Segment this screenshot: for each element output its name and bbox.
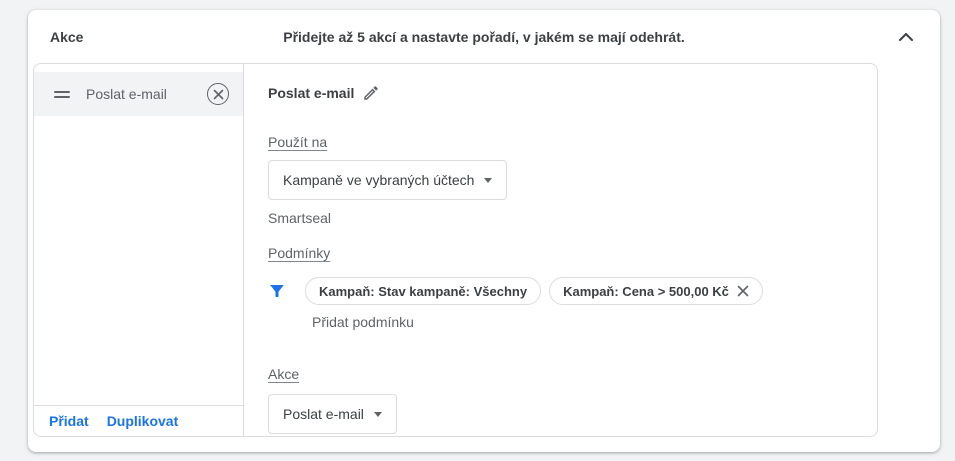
section-subtitle: Přidejte až 5 akcí a nastavte pořadí, v … (28, 29, 940, 45)
apply-to-label: Použít na (268, 134, 327, 150)
chevron-up-icon[interactable] (894, 25, 918, 49)
conditions-label: Podmínky (268, 245, 330, 261)
action-dropdown-value: Poslat e-mail (283, 406, 364, 422)
action-editor: Poslat e-mail Použít na Kampaně ve vybra… (244, 64, 877, 436)
card-header: Akce Přidejte až 5 akcí a nastavte pořad… (28, 10, 940, 63)
edit-pencil-icon[interactable] (362, 84, 380, 102)
add-condition-button[interactable]: Přidat podmínku (312, 314, 414, 330)
action-list-column: Poslat e-mail Přidat Duplikovat (34, 64, 244, 436)
actions-panel: Poslat e-mail Přidat Duplikovat Poslat e… (33, 63, 878, 437)
apply-to-dropdown[interactable]: Kampaně ve vybraných účtech (268, 160, 507, 200)
condition-chip-text: Kampaň: Stav kampaně: Všechny (319, 284, 527, 299)
condition-chips: Kampaň: Stav kampaně: Všechny Kampaň: Ce… (305, 277, 763, 305)
condition-chip[interactable]: Kampaň: Stav kampaně: Všechny (305, 277, 541, 305)
list-footer: Přidat Duplikovat (34, 405, 243, 436)
condition-chip[interactable]: Kampaň: Cena > 500,00 Kč (549, 277, 763, 305)
condition-chip-text: Kampaň: Cena > 500,00 Kč (563, 284, 729, 299)
remove-circle-icon[interactable] (207, 83, 229, 105)
chevron-down-icon (374, 412, 382, 417)
editor-title-row: Poslat e-mail (268, 84, 853, 102)
account-name: Smartseal (268, 210, 853, 226)
add-action-button[interactable]: Přidat (49, 413, 89, 429)
chevron-down-icon (484, 178, 492, 183)
action-list: Poslat e-mail (34, 64, 243, 405)
action-dropdown[interactable]: Poslat e-mail (268, 394, 397, 434)
conditions-row: Kampaň: Stav kampaně: Všechny Kampaň: Ce… (268, 277, 853, 305)
action-label: Akce (268, 366, 299, 382)
drag-handle-icon[interactable] (54, 91, 70, 98)
filter-funnel-icon[interactable] (268, 282, 286, 300)
actions-card: Akce Přidejte až 5 akcí a nastavte pořad… (28, 10, 940, 452)
list-item-label: Poslat e-mail (86, 86, 207, 102)
apply-to-dropdown-value: Kampaně ve vybraných účtech (283, 172, 474, 188)
close-icon[interactable] (737, 285, 749, 297)
section-title: Akce (50, 29, 83, 45)
duplicate-action-button[interactable]: Duplikovat (107, 413, 179, 429)
list-item-poslat-email[interactable]: Poslat e-mail (34, 72, 243, 116)
editor-title: Poslat e-mail (268, 85, 354, 102)
